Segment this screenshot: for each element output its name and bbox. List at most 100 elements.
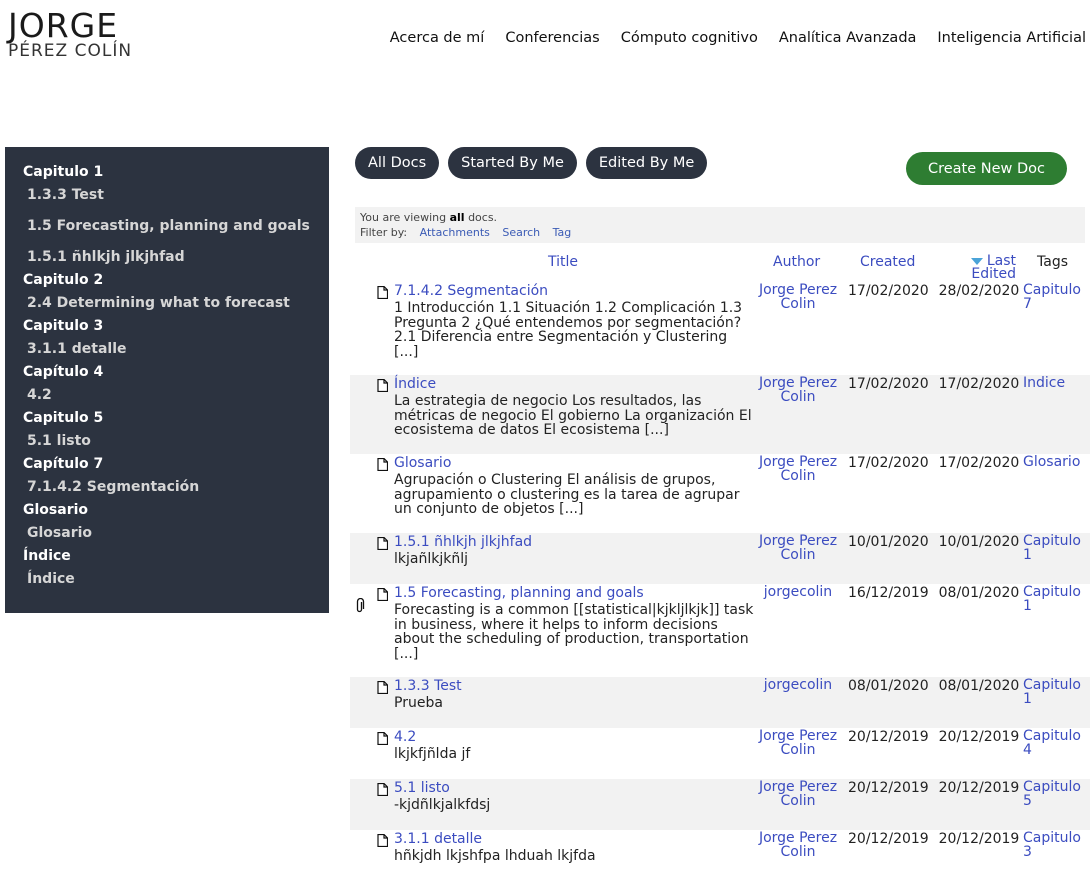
- sidebar-chapter[interactable]: Capitulo 5: [5, 407, 329, 430]
- tag-link[interactable]: Capitulo 1: [1023, 678, 1089, 706]
- author-link[interactable]: Jorge Perez Colin: [750, 283, 846, 311]
- doc-excerpt: lkjkfjñlda jf: [394, 746, 471, 762]
- doc-title-link[interactable]: Índice: [394, 376, 754, 393]
- sidebar-item[interactable]: 2.4 Determining what to forecast: [5, 292, 329, 315]
- author-link[interactable]: Jorge Perez Colin: [750, 831, 846, 859]
- all-docs-button[interactable]: All Docs: [355, 147, 440, 179]
- author-link[interactable]: jorgecolin: [750, 678, 846, 692]
- table-row[interactable]: 7.1.4.2 Segmentación 1 Introducción 1.1 S…: [350, 282, 1090, 375]
- last-edited-date: 08/01/2020: [938, 585, 1020, 601]
- view-info-bar: You are viewing all docs. Filter by: Att…: [355, 207, 1085, 243]
- sidebar-item[interactable]: Glosario: [5, 522, 329, 545]
- doc-title-link[interactable]: 5.1 listo: [394, 780, 754, 797]
- column-last-edited-line2: Edited: [971, 266, 1016, 282]
- nav-link-ia[interactable]: Inteligencia Artificial: [937, 30, 1086, 46]
- filter-tag-link[interactable]: Tag: [553, 226, 572, 239]
- sidebar-chapter[interactable]: Capitulo 2: [5, 269, 329, 292]
- tag-link[interactable]: Capitulo 1: [1023, 585, 1089, 613]
- table-row[interactable]: 3.1.1 detalle hñkjdh lkjshfpa lhduah lkjf…: [350, 830, 1090, 881]
- doc-excerpt: La estrategia de negocio Los resultados,…: [394, 393, 752, 438]
- author-link[interactable]: Jorge Perez Colin: [750, 780, 846, 808]
- author-link[interactable]: Jorge Perez Colin: [750, 376, 846, 404]
- table-row[interactable]: 5.1 listo -kjdñlkjalkfdsj Jorge Perez Coli…: [350, 779, 1090, 830]
- author-link[interactable]: Jorge Perez Colin: [750, 534, 846, 562]
- viewing-text: You are viewing all docs.: [360, 210, 1080, 225]
- nav-link-computo-cognitivo[interactable]: Cómputo cognitivo: [621, 30, 758, 46]
- create-new-doc-button[interactable]: Create New Doc: [906, 152, 1067, 185]
- tag-link[interactable]: Capitulo 4: [1023, 729, 1089, 757]
- nav-link-conferencias[interactable]: Conferencias: [505, 30, 599, 46]
- last-edited-date: 17/02/2020: [938, 455, 1020, 471]
- last-edited-date: 20/12/2019: [938, 780, 1020, 796]
- doc-title-link[interactable]: 1.3.3 Test: [394, 678, 754, 695]
- sidebar-item[interactable]: Índice: [5, 568, 329, 591]
- sidebar-chapter[interactable]: Glosario: [5, 499, 329, 522]
- table-row[interactable]: 1.3.3 Test Prueba jorgecolin 08/01/2020 08/0…: [350, 677, 1090, 728]
- last-edited-date: 08/01/2020: [938, 678, 1020, 694]
- filter-by-label: Filter by:: [360, 226, 408, 239]
- sidebar-item[interactable]: 1.5.1 ñhlkjh jlkjhfad: [5, 246, 329, 269]
- sidebar-item[interactable]: 1.5 Forecasting, planning and goals: [5, 215, 329, 238]
- created-date: 16/12/2019: [848, 585, 929, 601]
- table-row[interactable]: 1.5.1 ñhlkjh jlkjhfad lkjañlkjkñlj Jorge P…: [350, 533, 1090, 584]
- sidebar-chapter[interactable]: Capitulo 3: [5, 315, 329, 338]
- doc-title-link[interactable]: 3.1.1 detalle: [394, 831, 754, 848]
- sidebar-chapter[interactable]: Capitulo 1: [5, 161, 329, 184]
- column-author[interactable]: Author: [773, 255, 820, 269]
- doc-title-link[interactable]: 1.5 Forecasting, planning and goals: [394, 585, 754, 602]
- column-title[interactable]: Title: [548, 255, 578, 269]
- nav-link-acerca[interactable]: Acerca de mí: [390, 30, 485, 46]
- sidebar-item[interactable]: 3.1.1 detalle: [5, 338, 329, 361]
- last-edited-date: 10/01/2020: [938, 534, 1020, 550]
- sidebar-item[interactable]: 7.1.4.2 Segmentación: [5, 476, 329, 499]
- table-row[interactable]: Glosario Agrupación o Clustering El análi…: [350, 454, 1090, 533]
- sidebar-item[interactable]: 5.1 listo: [5, 430, 329, 453]
- table-row[interactable]: Índice La estrategia de negocio Los resul…: [350, 375, 1090, 454]
- doc-title-link[interactable]: 4.2: [394, 729, 754, 746]
- author-link[interactable]: jorgecolin: [750, 585, 846, 599]
- created-date: 10/01/2020: [848, 534, 929, 550]
- author-link[interactable]: Jorge Perez Colin: [750, 729, 846, 757]
- sidebar-item[interactable]: 1.3.3 Test: [5, 184, 329, 207]
- tag-link[interactable]: Capitulo 3: [1023, 831, 1089, 859]
- table-row[interactable]: 4.2 lkjkfjñlda jf Jorge Perez Colin 20/12/2…: [350, 728, 1090, 779]
- started-by-me-button[interactable]: Started By Me: [448, 147, 577, 179]
- column-last-edited[interactable]: Last Edited: [956, 254, 1016, 282]
- tag-link[interactable]: Glosario: [1023, 455, 1089, 469]
- sidebar-item[interactable]: 4.2: [5, 384, 329, 407]
- doc-title-link[interactable]: 1.5.1 ñhlkjh jlkjhfad: [394, 534, 754, 551]
- tag-link[interactable]: Capitulo 1: [1023, 534, 1089, 562]
- title-cell: Índice La estrategia de negocio Los resul…: [394, 376, 754, 438]
- table-row[interactable]: 1.5 Forecasting, planning and goals Forec…: [350, 584, 1090, 677]
- column-created[interactable]: Created: [860, 255, 915, 269]
- title-cell: 5.1 listo -kjdñlkjalkfdsj: [394, 780, 754, 813]
- document-icon: [377, 833, 389, 848]
- tag-link[interactable]: Índice: [1023, 376, 1089, 390]
- sidebar-chapter[interactable]: Capítulo 4: [5, 361, 329, 384]
- sidebar-chapter[interactable]: Índice: [5, 545, 329, 568]
- column-tags: Tags: [1037, 254, 1068, 270]
- site-logo[interactable]: JORGE PÉREZ COLÍN: [8, 9, 132, 60]
- created-date: 20/12/2019: [848, 831, 929, 847]
- document-icon: [377, 680, 389, 695]
- document-icon: [377, 731, 389, 746]
- doc-excerpt: Forecasting is a common [[statistical|kj…: [394, 602, 754, 662]
- filter-search-link[interactable]: Search: [502, 226, 540, 239]
- created-date: 20/12/2019: [848, 780, 929, 796]
- sidebar-chapter[interactable]: Capítulo 7: [5, 453, 329, 476]
- doc-title-link[interactable]: Glosario: [394, 455, 754, 472]
- doc-title-link[interactable]: 7.1.4.2 Segmentación: [394, 283, 754, 300]
- created-date: 08/01/2020: [848, 678, 929, 694]
- doc-excerpt: lkjañlkjkñlj: [394, 551, 468, 567]
- title-cell: 3.1.1 detalle hñkjdh lkjshfpa lhduah lkjf…: [394, 831, 754, 864]
- filter-attachments-link[interactable]: Attachments: [420, 226, 490, 239]
- nav-link-analitica[interactable]: Analítica Avanzada: [779, 30, 917, 46]
- document-icon: [377, 378, 389, 393]
- viewing-prefix: You are viewing: [360, 211, 447, 224]
- author-link[interactable]: Jorge Perez Colin: [750, 455, 846, 483]
- tag-link[interactable]: Capitulo 7: [1023, 283, 1089, 311]
- title-cell: 4.2 lkjkfjñlda jf: [394, 729, 754, 762]
- tag-link[interactable]: Capitulo 5: [1023, 780, 1089, 808]
- created-date: 17/02/2020: [848, 376, 929, 392]
- edited-by-me-button[interactable]: Edited By Me: [585, 147, 708, 179]
